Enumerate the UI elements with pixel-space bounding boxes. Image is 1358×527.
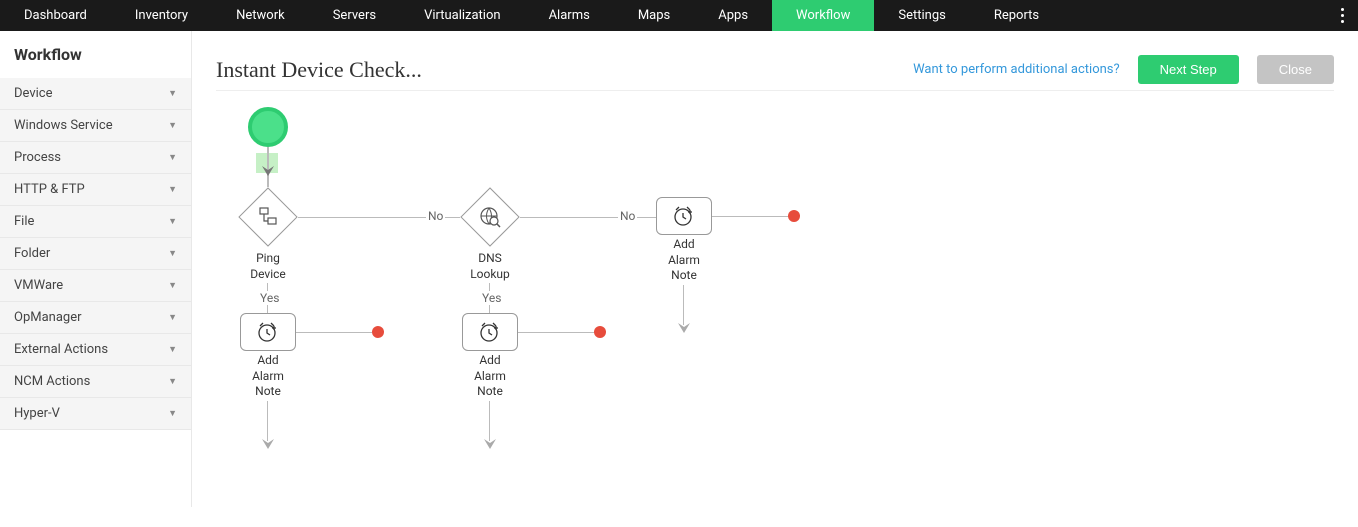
- sidebar-item-label: Folder: [14, 246, 50, 261]
- end-point[interactable]: [594, 326, 606, 338]
- nav-servers[interactable]: Servers: [309, 0, 400, 31]
- add-alarm-note-label: Add Alarm Note: [470, 353, 510, 400]
- start-node[interactable]: [248, 107, 288, 147]
- top-navigation: Dashboard Inventory Network Servers Virt…: [0, 0, 1358, 31]
- page-title: Instant Device Check...: [216, 57, 422, 83]
- chevron-down-icon: ▼: [168, 248, 177, 259]
- sidebar-item-label: Device: [14, 86, 53, 101]
- nav-dashboard[interactable]: Dashboard: [0, 0, 111, 31]
- nav-maps[interactable]: Maps: [614, 0, 694, 31]
- nav-network[interactable]: Network: [212, 0, 309, 31]
- chevron-down-icon: ▼: [168, 216, 177, 227]
- sidebar-item-label: External Actions: [14, 342, 108, 357]
- add-alarm-note-node[interactable]: [656, 197, 712, 235]
- arrow-down-icon: [260, 162, 276, 176]
- connector: [296, 332, 372, 333]
- connector: [518, 332, 594, 333]
- chevron-down-icon: ▼: [168, 312, 177, 323]
- sidebar-item-ncm-actions[interactable]: NCM Actions ▼: [0, 366, 191, 398]
- sidebar: Workflow Device ▼ Windows Service ▼ Proc…: [0, 31, 192, 507]
- sidebar-item-folder[interactable]: Folder ▼: [0, 238, 191, 270]
- sidebar-item-device[interactable]: Device ▼: [0, 78, 191, 110]
- chevron-down-icon: ▼: [168, 344, 177, 355]
- chevron-down-icon: ▼: [168, 280, 177, 291]
- sidebar-item-external-actions[interactable]: External Actions ▼: [0, 334, 191, 366]
- arrow-down-icon: [676, 319, 692, 333]
- nav-inventory[interactable]: Inventory: [111, 0, 212, 31]
- sidebar-item-process[interactable]: Process ▼: [0, 142, 191, 174]
- nav-apps[interactable]: Apps: [694, 0, 772, 31]
- nav-virtualization[interactable]: Virtualization: [400, 0, 525, 31]
- edge-label-no: No: [426, 209, 445, 223]
- globe-search-icon: [479, 206, 501, 228]
- sidebar-item-vmware[interactable]: VMWare ▼: [0, 270, 191, 302]
- sidebar-item-hyper-v[interactable]: Hyper-V ▼: [0, 398, 191, 430]
- close-button[interactable]: Close: [1257, 55, 1334, 84]
- sidebar-item-file[interactable]: File ▼: [0, 206, 191, 238]
- edge-label-yes: Yes: [258, 291, 281, 305]
- chevron-down-icon: ▼: [168, 376, 177, 387]
- nav-alarms[interactable]: Alarms: [525, 0, 614, 31]
- sidebar-item-windows-service[interactable]: Windows Service ▼: [0, 110, 191, 142]
- sidebar-item-label: VMWare: [14, 278, 63, 293]
- workflow-canvas[interactable]: Ping Device No DNS Lookup No: [216, 107, 1334, 527]
- sidebar-item-label: NCM Actions: [14, 374, 90, 389]
- sidebar-item-label: Process: [14, 150, 61, 165]
- ping-device-node[interactable]: [238, 187, 298, 247]
- alarm-clock-icon: [478, 320, 502, 344]
- edge-label-yes: Yes: [480, 291, 503, 305]
- nav-workflow[interactable]: Workflow: [772, 0, 874, 31]
- additional-actions-link[interactable]: Want to perform additional actions?: [913, 62, 1120, 77]
- arrow-down-icon: [260, 435, 276, 449]
- chevron-down-icon: ▼: [168, 184, 177, 195]
- dns-lookup-label: DNS Lookup: [466, 251, 514, 282]
- arrow-down-icon: [482, 435, 498, 449]
- sidebar-item-label: OpManager: [14, 310, 82, 325]
- content-area: Instant Device Check... Want to perform …: [192, 31, 1358, 507]
- alarm-clock-icon: [256, 320, 280, 344]
- next-step-button[interactable]: Next Step: [1138, 55, 1239, 84]
- end-point[interactable]: [788, 210, 800, 222]
- add-alarm-note-node[interactable]: [462, 313, 518, 351]
- chevron-down-icon: ▼: [168, 408, 177, 419]
- sidebar-item-label: Windows Service: [14, 118, 113, 133]
- nav-reports[interactable]: Reports: [970, 0, 1063, 31]
- chevron-down-icon: ▼: [168, 88, 177, 99]
- nav-more-icon[interactable]: [1335, 0, 1350, 31]
- dns-lookup-node[interactable]: [460, 187, 520, 247]
- add-alarm-note-label: Add Alarm Note: [248, 353, 288, 400]
- connector: [712, 216, 788, 217]
- add-alarm-note-node[interactable]: [240, 313, 296, 351]
- nav-settings[interactable]: Settings: [874, 0, 969, 31]
- sidebar-item-label: File: [14, 214, 34, 229]
- chevron-down-icon: ▼: [168, 152, 177, 163]
- sidebar-title: Workflow: [0, 31, 191, 78]
- end-point[interactable]: [372, 326, 384, 338]
- content-header: Instant Device Check... Want to perform …: [216, 55, 1334, 91]
- device-icon: [257, 206, 279, 228]
- alarm-clock-icon: [672, 204, 696, 228]
- add-alarm-note-label: Add Alarm Note: [664, 237, 704, 284]
- chevron-down-icon: ▼: [168, 120, 177, 131]
- ping-device-label: Ping Device: [246, 251, 290, 282]
- sidebar-item-http-ftp[interactable]: HTTP & FTP ▼: [0, 174, 191, 206]
- sidebar-item-label: Hyper-V: [14, 406, 60, 421]
- sidebar-item-opmanager[interactable]: OpManager ▼: [0, 302, 191, 334]
- edge-label-no: No: [618, 209, 637, 223]
- sidebar-item-label: HTTP & FTP: [14, 182, 85, 197]
